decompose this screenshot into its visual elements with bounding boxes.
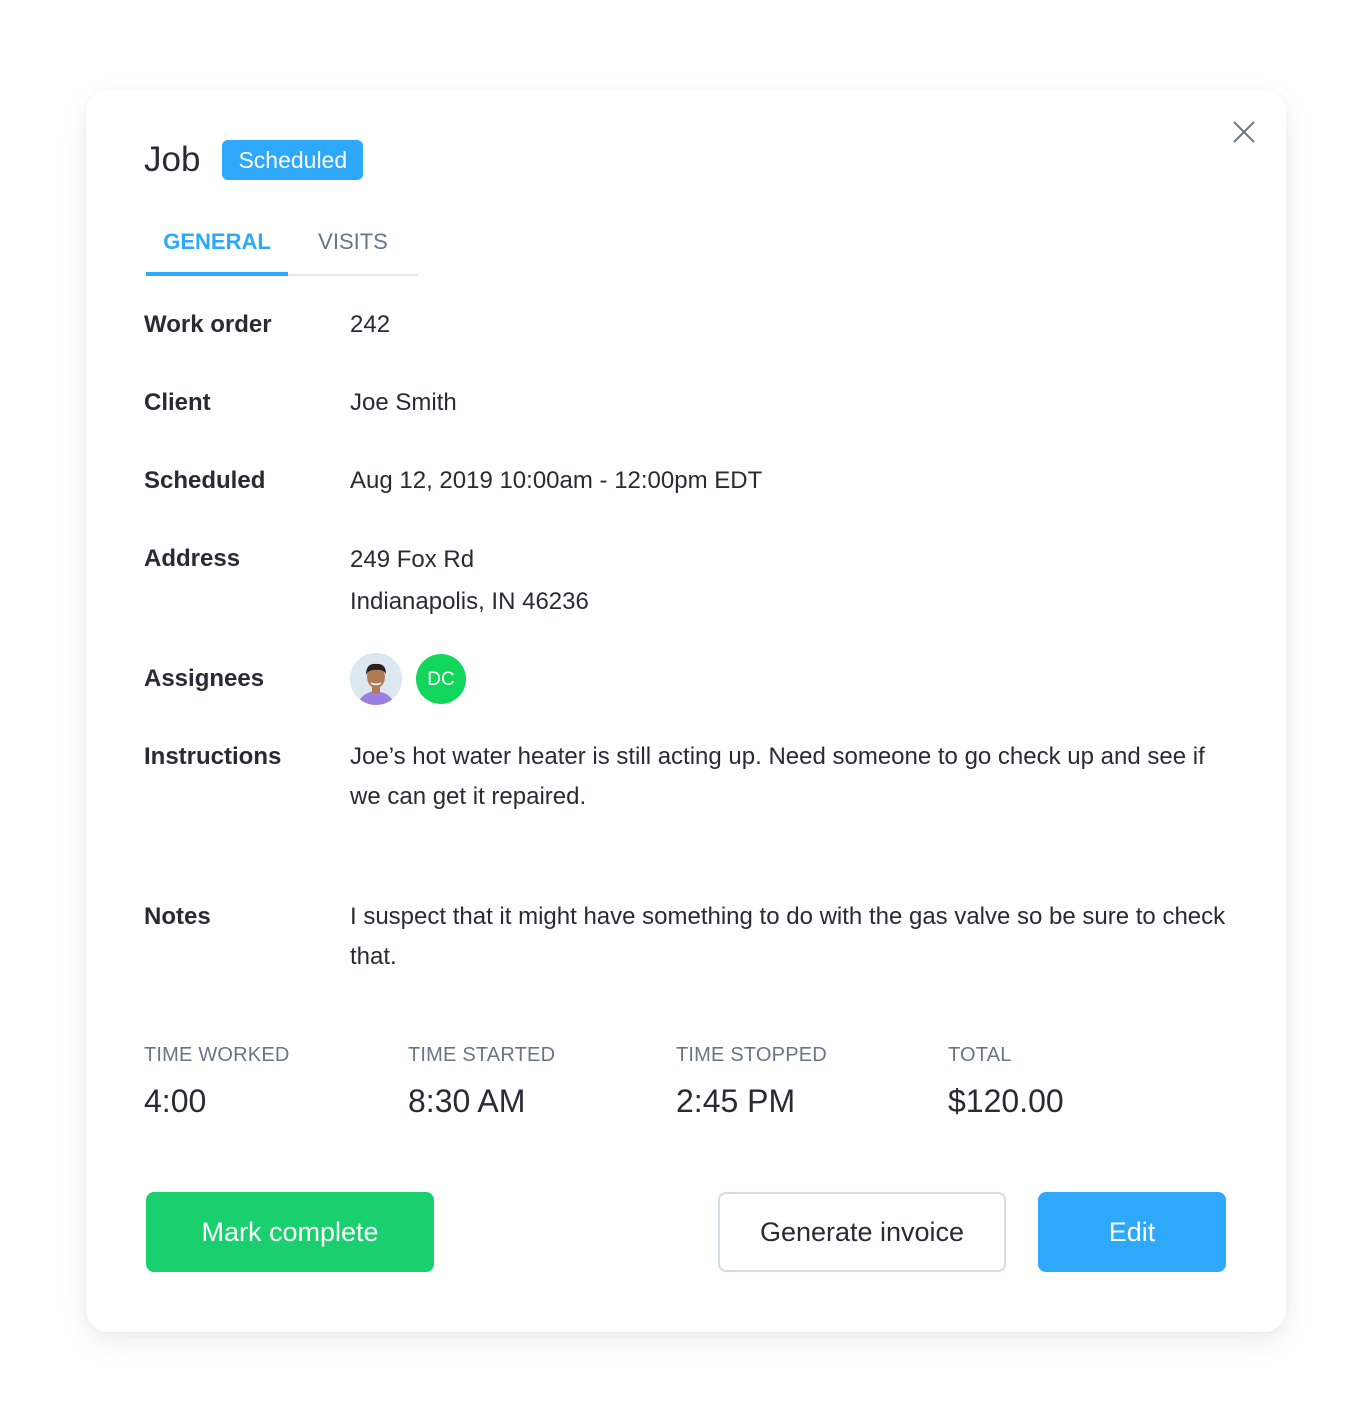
- status-badge: Scheduled: [222, 140, 364, 180]
- stat-total: TOTAL $120.00: [948, 1040, 1064, 1126]
- time-summary: TIME WORKED 4:00 TIME STARTED 8:30 AM TI…: [144, 1040, 1244, 1130]
- assignees-label: Assignees: [144, 665, 265, 692]
- client-label: Client: [144, 389, 211, 416]
- close-icon: [1233, 121, 1255, 143]
- tab-bar: GENERAL VISITS: [146, 220, 418, 276]
- close-button[interactable]: [1232, 120, 1256, 144]
- client-value: Joe Smith: [350, 389, 457, 416]
- time-started-label: TIME STARTED: [408, 1044, 556, 1066]
- scheduled-value: Aug 12, 2019 10:00am - 12:00pm EDT: [350, 467, 763, 494]
- stat-time-started: TIME STARTED 8:30 AM: [408, 1040, 555, 1126]
- user-photo-avatar-icon: [350, 653, 402, 705]
- time-stopped-value: 2:45 PM: [676, 1083, 796, 1119]
- time-stopped-label: TIME STOPPED: [676, 1044, 827, 1066]
- header: Job Scheduled: [144, 138, 364, 182]
- work-order-label: Work order: [144, 311, 272, 338]
- stat-time-stopped: TIME STOPPED 2:45 PM: [676, 1040, 827, 1126]
- notes-value: I suspect that it might have something t…: [350, 903, 1226, 970]
- time-started-value: 8:30 AM: [408, 1083, 526, 1119]
- scheduled-label: Scheduled: [144, 467, 266, 494]
- instructions-value: Joe’s hot water heater is still acting u…: [350, 743, 1205, 810]
- assignee-list: DC: [350, 653, 480, 705]
- generate-invoice-button[interactable]: Generate invoice: [718, 1192, 1006, 1272]
- instructions-label: Instructions: [144, 743, 282, 770]
- tab-general[interactable]: GENERAL: [146, 220, 288, 276]
- address-label: Address: [144, 545, 241, 572]
- address-value: 249 Fox Rd Indianapolis, IN 46236: [350, 539, 1230, 623]
- job-modal: Job Scheduled GENERAL VISITS Work order …: [86, 90, 1286, 1332]
- stat-time-worked: TIME WORKED 4:00: [144, 1040, 290, 1126]
- tab-visits[interactable]: VISITS: [288, 220, 418, 274]
- notes-label: Notes: [144, 903, 211, 930]
- edit-button[interactable]: Edit: [1038, 1192, 1226, 1272]
- avatar-initials[interactable]: DC: [416, 654, 466, 704]
- time-worked-label: TIME WORKED: [144, 1044, 290, 1066]
- address-line-1: 249 Fox Rd: [350, 546, 475, 573]
- time-worked-value: 4:00: [144, 1083, 207, 1119]
- work-order-value: 242: [350, 311, 391, 338]
- page-title: Job: [144, 140, 201, 179]
- total-value: $120.00: [948, 1083, 1064, 1119]
- total-label: TOTAL: [948, 1044, 1012, 1066]
- avatar[interactable]: [350, 653, 402, 705]
- address-line-2: Indianapolis, IN 46236: [350, 588, 589, 615]
- mark-complete-button[interactable]: Mark complete: [146, 1192, 434, 1272]
